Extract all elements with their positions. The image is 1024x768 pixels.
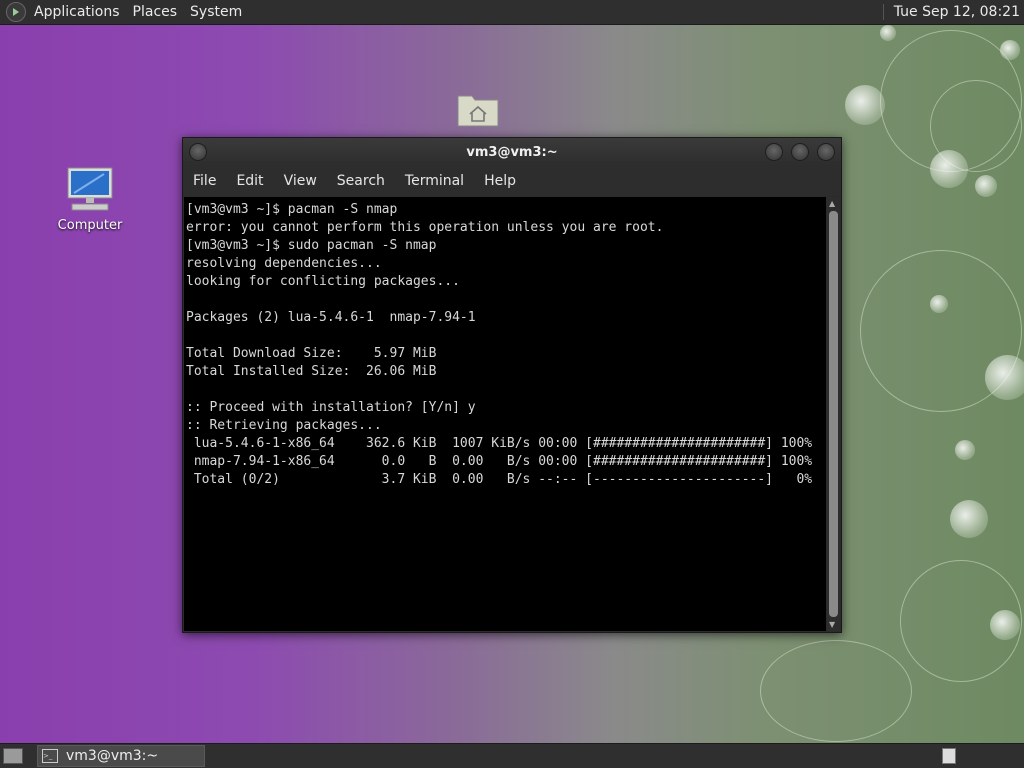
top-panel: Applications Places System Tue Sep 12, 0… xyxy=(0,0,1024,25)
scroll-up-icon[interactable]: ▲ xyxy=(829,199,835,208)
menu-places[interactable]: Places xyxy=(133,4,178,20)
terminal-output[interactable]: [vm3@vm3 ~]$ pacman -S nmap error: you ca… xyxy=(184,197,826,631)
menubar: File Edit View Search Terminal Help xyxy=(183,166,841,196)
computer-icon xyxy=(67,167,113,211)
taskbar-window-label: vm3@vm3:~ xyxy=(66,748,159,764)
desktop-computer[interactable]: Computer xyxy=(50,166,130,233)
terminal-line: nmap-7.94-1-x86_64 0.0 B 0.00 B/s 00:00 … xyxy=(186,454,813,469)
menu-edit[interactable]: Edit xyxy=(236,173,263,189)
terminal-window: vm3@vm3:~ File Edit View Search Terminal… xyxy=(182,137,842,633)
bottom-panel: >_ vm3@vm3:~ xyxy=(0,743,1024,768)
terminal-line: looking for conflicting packages... xyxy=(186,274,460,289)
terminal-line: [vm3@vm3 ~]$ pacman -S nmap xyxy=(186,202,398,217)
terminal-icon: >_ xyxy=(42,749,58,763)
window-title: vm3@vm3:~ xyxy=(466,144,558,160)
terminal-line: [vm3@vm3 ~]$ sudo pacman -S nmap xyxy=(186,238,437,253)
home-folder-icon xyxy=(457,95,499,127)
desktop-home-folder[interactable] xyxy=(456,90,500,132)
desktop-computer-label: Computer xyxy=(57,218,123,233)
menu-system[interactable]: System xyxy=(190,4,242,20)
close-button[interactable] xyxy=(817,143,835,161)
terminal-line: Total Installed Size: 26.06 MiB xyxy=(186,364,437,379)
scroll-thumb[interactable] xyxy=(829,211,838,617)
menu-view[interactable]: View xyxy=(284,173,317,189)
terminal-line: error: you cannot perform this operation… xyxy=(186,220,664,235)
menu-help[interactable]: Help xyxy=(484,173,516,189)
menu-file[interactable]: File xyxy=(193,173,216,189)
title-bar[interactable]: vm3@vm3:~ xyxy=(183,138,841,166)
panel-separator xyxy=(882,4,884,20)
scroll-down-icon[interactable]: ▼ xyxy=(829,620,835,629)
terminal-line: :: Proceed with installation? [Y/n] y xyxy=(186,400,476,415)
terminal-line: :: Retrieving packages... xyxy=(186,418,382,433)
maximize-button[interactable] xyxy=(791,143,809,161)
menu-search[interactable]: Search xyxy=(337,173,385,189)
window-menu-button[interactable] xyxy=(189,143,207,161)
terminal-line: resolving dependencies... xyxy=(186,256,382,271)
menu-terminal[interactable]: Terminal xyxy=(405,173,464,189)
terminal-text: [vm3@vm3 ~]$ pacman -S nmap error: you ca… xyxy=(184,197,826,489)
minimize-button[interactable] xyxy=(765,143,783,161)
menu-applications[interactable]: Applications xyxy=(34,4,120,20)
terminal-line: Total (0/2) 3.7 KiB 0.00 B/s --:-- [----… xyxy=(186,472,813,487)
workspace-switcher[interactable] xyxy=(942,748,956,764)
clock[interactable]: Tue Sep 12, 08:21 xyxy=(894,4,1020,20)
terminal-line: lua-5.4.6-1-x86_64 362.6 KiB 1007 KiB/s … xyxy=(186,436,813,451)
show-desktop-icon[interactable] xyxy=(3,748,23,764)
taskbar-terminal-button[interactable]: >_ vm3@vm3:~ xyxy=(37,745,205,767)
scrollbar[interactable]: ▲ ▼ xyxy=(827,197,840,631)
terminal-line: Total Download Size: 5.97 MiB xyxy=(186,346,437,361)
distro-logo-icon[interactable] xyxy=(6,2,26,22)
terminal-line: Packages (2) lua-5.4.6-1 nmap-7.94-1 xyxy=(186,310,476,325)
